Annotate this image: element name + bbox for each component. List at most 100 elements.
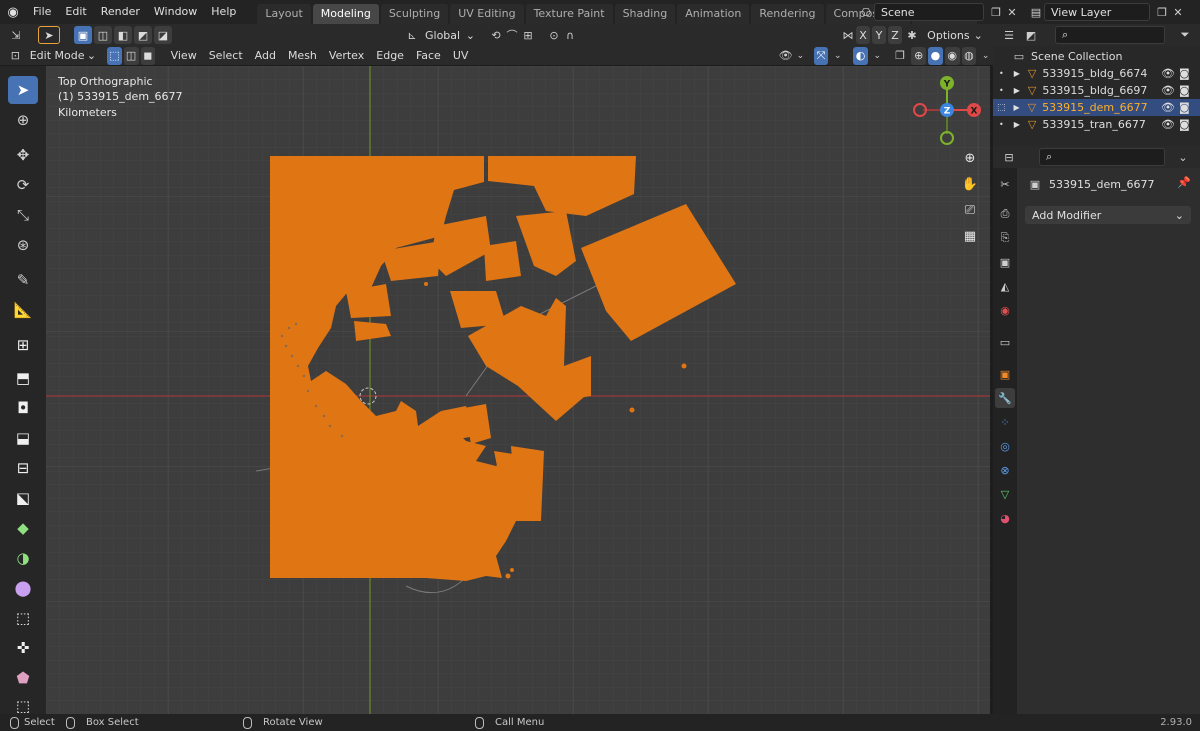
navigation-gizmo[interactable]: Y Z X — [906, 72, 986, 152]
bevel-tool-icon[interactable]: ⬓ — [8, 424, 38, 452]
3d-viewport[interactable]: Top Orthographic (1) 533915_dem_6677 Kil… — [46, 66, 990, 714]
render-tab-icon[interactable]: ⎙ — [995, 204, 1015, 224]
extrude-tool-icon[interactable]: ⬒ — [8, 364, 38, 392]
mirror-icon[interactable]: ⋈ — [840, 27, 856, 43]
select-mode-new-icon[interactable]: ▣ — [74, 26, 92, 44]
tab-sculpting[interactable]: Sculpting — [380, 4, 449, 24]
material-tab-icon[interactable]: ◕ — [995, 508, 1015, 528]
proportional-edit-icon[interactable]: ⊙ — [546, 27, 562, 43]
mode-dropdown[interactable]: Edit Mode ⌄ — [24, 46, 102, 65]
shading-wireframe-icon[interactable]: ⊕ — [911, 46, 927, 65]
menu-add[interactable]: Add — [249, 49, 282, 62]
view-layer-icon[interactable]: ▤ — [1028, 4, 1044, 20]
perspective-toggle-icon[interactable]: ▦ — [959, 225, 981, 247]
tab-shading[interactable]: Shading — [614, 4, 676, 24]
knife-tool-icon[interactable]: ⬕ — [8, 484, 38, 512]
tab-rendering[interactable]: Rendering — [751, 4, 824, 24]
scene-tab-icon[interactable]: ◭ — [995, 276, 1015, 296]
particles-tab-icon[interactable]: ⁘ — [995, 412, 1015, 432]
snap-target-icon[interactable]: ⊞ — [520, 27, 536, 43]
menu-help[interactable]: Help — [204, 0, 243, 24]
menu-render[interactable]: Render — [94, 0, 147, 24]
delete-scene-icon[interactable]: ✕ — [1004, 4, 1020, 20]
mirror-z-button[interactable]: Z — [888, 26, 902, 44]
options-dropdown[interactable]: Options ⌄ — [926, 26, 984, 44]
loop-cut-tool-icon[interactable]: ⊟ — [8, 454, 38, 482]
menu-edit[interactable]: Edit — [58, 0, 93, 24]
view-layer-field[interactable]: View Layer — [1044, 3, 1150, 21]
edge-slide-tool-icon[interactable]: ⬚ — [8, 604, 38, 632]
transform-tool-icon[interactable]: ⊛ — [8, 231, 38, 259]
rotate-tool-icon[interactable]: ⟳ — [8, 171, 38, 199]
visibility-icon[interactable]: 👁 — [778, 48, 793, 64]
inset-tool-icon[interactable]: ◘ — [8, 394, 38, 422]
tab-modeling[interactable]: Modeling — [312, 4, 379, 24]
select-tool-icon[interactable]: ➤ — [38, 26, 60, 44]
camera-icon[interactable]: ◙ — [1179, 118, 1190, 131]
mirror-x-button[interactable]: X — [856, 26, 870, 44]
add-cube-tool-icon[interactable]: ⊞ — [8, 331, 38, 359]
transform-orientation-dropdown[interactable]: Global ⌄ — [420, 26, 480, 44]
edit-mode-icon[interactable]: ⬚ — [997, 103, 1006, 113]
camera-view-icon[interactable]: ⎚ — [959, 199, 981, 221]
camera-icon[interactable]: ◙ — [1179, 67, 1190, 80]
chevron-down-icon[interactable]: ⌄ — [1175, 149, 1191, 165]
chevron-down-icon[interactable]: ⌄ — [793, 48, 808, 64]
face-select-icon[interactable]: ◼ — [140, 46, 156, 65]
zoom-icon[interactable]: ⊕ — [959, 147, 981, 169]
display-mode-icon[interactable]: ◩ — [1023, 27, 1039, 43]
select-mode-intersect-icon[interactable]: ◪ — [154, 26, 172, 44]
proportional-falloff-icon[interactable]: ∩ — [562, 27, 578, 43]
smooth-tool-icon[interactable]: ⬤ — [8, 574, 38, 602]
scene-field[interactable]: Scene — [874, 3, 984, 21]
pivot-point-icon[interactable]: ⟲ — [488, 27, 504, 43]
tool-tab-icon[interactable]: ✂ — [995, 174, 1015, 194]
editor-type-icon[interactable]: ⊡ — [8, 48, 23, 64]
eye-icon[interactable]: 👁 — [1161, 84, 1175, 97]
eye-icon[interactable]: 👁 — [1161, 67, 1175, 80]
move-tool-icon[interactable]: ✥ — [8, 141, 38, 169]
new-view-layer-icon[interactable]: ❐ — [1154, 4, 1170, 20]
annotate-tool-icon[interactable]: ✎ — [8, 266, 38, 294]
delete-view-layer-icon[interactable]: ✕ — [1170, 4, 1186, 20]
menu-edge[interactable]: Edge — [370, 49, 410, 62]
world-tab-icon[interactable]: ◉ — [995, 300, 1015, 320]
measure-tool-icon[interactable]: 📐 — [8, 296, 38, 324]
menu-select[interactable]: Select — [203, 49, 249, 62]
shrink-fatten-tool-icon[interactable]: ✜ — [8, 634, 38, 662]
xray-toggle-icon[interactable]: ❐ — [893, 48, 908, 64]
snap-toggle-icon[interactable]: ⌒ — [504, 27, 520, 43]
menu-vertex[interactable]: Vertex — [323, 49, 370, 62]
edge-select-icon[interactable]: ◫ — [123, 46, 139, 65]
wrench-icon[interactable]: ✱ — [904, 27, 920, 43]
new-scene-icon[interactable]: ❐ — [988, 4, 1004, 20]
cursor-tool-icon[interactable]: ⇲ — [8, 27, 24, 43]
menu-uv[interactable]: UV — [447, 49, 475, 62]
filter-icon[interactable]: ⏷ — [1177, 27, 1193, 43]
pin-icon[interactable]: 📌 — [1177, 176, 1191, 189]
expand-arrow-icon[interactable]: ▶ — [1014, 103, 1020, 112]
scene-icon[interactable]: ⎔ — [858, 4, 874, 20]
tab-layout[interactable]: Layout — [257, 4, 311, 24]
eye-icon[interactable]: 👁 — [1161, 118, 1175, 131]
add-modifier-dropdown[interactable]: Add Modifier ⌄ — [1025, 206, 1191, 224]
vertex-select-icon[interactable]: ⬚ — [107, 46, 122, 65]
expand-arrow-icon[interactable]: ▶ — [1014, 69, 1020, 78]
menu-window[interactable]: Window — [147, 0, 204, 24]
outliner-item-dem-6677[interactable]: ⬚ ▶ ▽ 533915_dem_6677 👁 ◙ — [993, 99, 1200, 116]
physics-tab-icon[interactable]: ◎ — [995, 436, 1015, 456]
chevron-down-icon[interactable]: ⌄ — [870, 48, 885, 64]
menu-mesh[interactable]: Mesh — [282, 49, 323, 62]
overlay-toggle-icon[interactable]: ◐ — [853, 46, 868, 65]
menu-view[interactable]: View — [165, 49, 203, 62]
shading-material-icon[interactable]: ◉ — [944, 46, 960, 65]
scale-tool-icon[interactable]: ⤡ — [8, 201, 38, 229]
blender-logo-icon[interactable]: ◉ — [0, 0, 26, 24]
tab-uv-editing[interactable]: UV Editing — [450, 4, 524, 24]
object-tab-icon[interactable]: ▣ — [995, 364, 1015, 384]
gizmo-toggle-icon[interactable]: ⤧ — [813, 46, 829, 65]
chevron-down-icon[interactable]: ⌄ — [978, 48, 993, 64]
properties-search-input[interactable]: ⌕ — [1039, 148, 1165, 166]
eye-icon[interactable]: 👁 — [1161, 101, 1175, 114]
outliner-editor-icon[interactable]: ☰ — [1001, 27, 1017, 43]
